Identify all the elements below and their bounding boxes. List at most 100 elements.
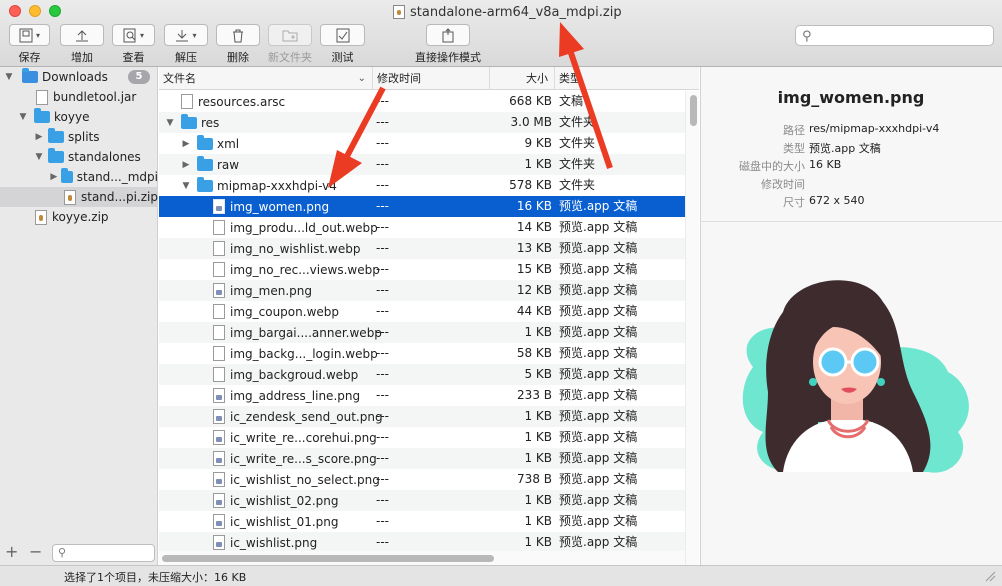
file-name-cell: ▼ mipmap-xxxhdpi-v4 xyxy=(181,175,337,196)
table-row[interactable]: ▼ mipmap-xxxhdpi-v4 --- 578 KB 文件夹 xyxy=(159,175,685,196)
file-size: 44 KB xyxy=(516,304,552,318)
zoom-window-icon[interactable] xyxy=(49,5,61,17)
table-row[interactable]: img_backgroud.webp --- 5 KB 预览.app 文稿 xyxy=(159,364,685,385)
file-date: --- xyxy=(376,430,389,444)
table-row[interactable]: ic_wishlist_02.png --- 1 KB 预览.app 文稿 xyxy=(159,490,685,511)
inspector-panel: img_women.png 路径 res/mipmap-xxxhdpi-v4 类… xyxy=(700,67,1002,565)
table-row[interactable]: ic_write_re...s_score.png --- 1 KB 预览.app 文… xyxy=(159,448,685,469)
folder-icon xyxy=(48,128,64,143)
sidebar-item-splits[interactable]: ▶ splits xyxy=(0,127,158,147)
table-row[interactable]: ▶ raw --- 1 KB 文件夹 xyxy=(159,154,685,175)
disclosure-closed-icon[interactable]: ▶ xyxy=(181,139,191,149)
disclosure-open-icon[interactable]: ▼ xyxy=(165,118,175,128)
column-header-size[interactable]: 大小 xyxy=(490,67,555,90)
table-row[interactable]: img_bargai....anner.webp --- 1 KB 预览.app 文稿 xyxy=(159,322,685,343)
disclosure-closed-icon[interactable]: ▶ xyxy=(50,172,58,182)
file-date: --- xyxy=(376,493,389,507)
file-name-cell: img_men.png xyxy=(213,280,312,301)
file-name: img_address_line.png xyxy=(230,388,361,403)
column-header-kind[interactable]: 类型 xyxy=(555,67,685,90)
file-icon xyxy=(213,241,225,256)
file-kind: 预览.app 文稿 xyxy=(559,409,638,423)
sidebar-item-downloads[interactable]: ▼ Downloads 5 xyxy=(0,67,158,87)
minimize-window-icon[interactable] xyxy=(29,5,41,17)
sidebar-item-standalones[interactable]: ▼ standalones xyxy=(0,147,158,167)
table-row[interactable]: ▶ xml --- 9 KB 文件夹 xyxy=(159,133,685,154)
table-row[interactable]: img_women.png --- 16 KB 预览.app 文稿 xyxy=(159,196,685,217)
direct-mode-button[interactable] xyxy=(426,24,470,46)
folder-icon xyxy=(181,113,197,129)
delete-button[interactable] xyxy=(216,24,260,46)
file-size: 1 KB xyxy=(524,535,552,549)
file-icon xyxy=(213,367,225,382)
add-button[interactable] xyxy=(60,24,104,46)
disclosure-open-icon[interactable]: ▼ xyxy=(4,72,14,82)
disclosure-closed-icon[interactable]: ▶ xyxy=(181,160,191,170)
file-name-cell: img_address_line.png xyxy=(213,385,360,406)
kind-key: 类型 xyxy=(783,142,805,155)
file-name-cell: img_women.png xyxy=(213,196,329,217)
table-row[interactable]: img_no_wishlist.webp --- 13 KB 预览.app 文稿 xyxy=(159,238,685,259)
file-kind: 文件夹 xyxy=(559,136,596,150)
table-row[interactable]: ic_wishlist_01.png --- 1 KB 预览.app 文稿 xyxy=(159,511,685,532)
table-row[interactable]: ▼ res --- 3.0 MB 文件夹 xyxy=(159,112,685,133)
file-size: 13 KB xyxy=(516,241,552,255)
table-row[interactable]: img_address_line.png --- 233 B 预览.app 文稿 xyxy=(159,385,685,406)
vertical-scrollbar[interactable] xyxy=(685,91,699,565)
table-row[interactable]: img_coupon.webp --- 44 KB 预览.app 文稿 xyxy=(159,301,685,322)
file-name: img_produ...ld_out.webp xyxy=(230,220,378,235)
file-name-cell: img_coupon.webp xyxy=(213,301,339,322)
test-button[interactable] xyxy=(320,24,365,46)
search-input[interactable]: ⚲ xyxy=(795,25,994,46)
table-row[interactable]: img_produ...ld_out.webp --- 14 KB 预览.app 文稿 xyxy=(159,217,685,238)
scroll-thumb[interactable] xyxy=(162,555,494,562)
column-header-name[interactable]: 文件名 ⌄ xyxy=(159,67,373,90)
file-name: ic_wishlist_no_select.png xyxy=(230,472,380,487)
table-row[interactable]: resources.arsc --- 668 KB 文稿 xyxy=(159,91,685,112)
remove-location-button[interactable]: − xyxy=(29,542,42,561)
table-row[interactable]: img_backg..._login.webp --- 58 KB 预览.app 文稿 xyxy=(159,343,685,364)
table-row[interactable]: img_no_rec...views.webp --- 15 KB 预览.app 文稿 xyxy=(159,259,685,280)
column-header-date[interactable]: 修改时间 xyxy=(373,67,490,90)
close-window-icon[interactable] xyxy=(9,5,21,17)
file-kind: 预览.app 文稿 xyxy=(559,493,638,507)
file-name: res xyxy=(201,115,220,130)
disclosure-open-icon[interactable]: ▼ xyxy=(181,181,191,191)
scroll-thumb[interactable] xyxy=(690,95,697,126)
sidebar-filter-input[interactable]: ⚲ xyxy=(52,544,155,562)
file-icon xyxy=(213,262,225,277)
new-folder-button[interactable] xyxy=(268,24,312,46)
sidebar-item-koyye-zip[interactable]: koyye.zip xyxy=(0,207,158,227)
table-row[interactable]: img_men.png --- 12 KB 预览.app 文稿 xyxy=(159,280,685,301)
file-icon xyxy=(213,346,225,361)
view-icon xyxy=(123,28,136,42)
direct-mode-label: 直接操作模式 xyxy=(415,51,481,64)
sidebar-item-standalone-mdpi[interactable]: ▶ stand..._mdpi xyxy=(0,167,158,187)
disclosure-closed-icon[interactable]: ▶ xyxy=(34,132,44,142)
file-date: --- xyxy=(376,388,389,402)
file-kind: 文件夹 xyxy=(559,115,596,129)
sidebar-item-bundletool[interactable]: bundletool.jar xyxy=(0,87,158,107)
add-location-button[interactable]: + xyxy=(5,542,18,561)
disclosure-open-icon[interactable]: ▼ xyxy=(18,112,28,122)
sidebar-item-standalone-zip[interactable]: stand...pi.zip xyxy=(0,187,158,207)
table-row[interactable]: ic_write_re...corehui.png --- 1 KB 预览.app 文… xyxy=(159,427,685,448)
view-button[interactable]: ▾ xyxy=(112,24,155,46)
table-row[interactable]: ic_zendesk_send_out.png --- 1 KB 预览.app 文稿 xyxy=(159,406,685,427)
file-name: mipmap-xxxhdpi-v4 xyxy=(217,178,337,193)
save-button[interactable]: ▾ xyxy=(9,24,50,46)
horizontal-scrollbar[interactable] xyxy=(159,551,685,565)
table-row[interactable]: ic_wishlist.png --- 1 KB 预览.app 文稿 xyxy=(159,532,685,553)
image-file-icon xyxy=(213,199,225,214)
table-row[interactable]: ic_wishlist_no_select.png --- 738 B 预览.app … xyxy=(159,469,685,490)
image-file-icon xyxy=(213,493,225,508)
folder-icon xyxy=(197,176,213,192)
file-size: 58 KB xyxy=(516,346,552,360)
disclosure-open-icon[interactable]: ▼ xyxy=(34,152,44,162)
file-kind: 预览.app 文稿 xyxy=(559,535,638,549)
disk-size-value: 16 KB xyxy=(809,158,842,171)
resize-grip-icon[interactable] xyxy=(984,570,996,582)
sidebar-item-koyye[interactable]: ▼ koyye xyxy=(0,107,158,127)
extract-button[interactable]: ▾ xyxy=(164,24,208,46)
status-bar: 选择了1个项目，未压缩大小：16 KB xyxy=(0,565,1002,586)
